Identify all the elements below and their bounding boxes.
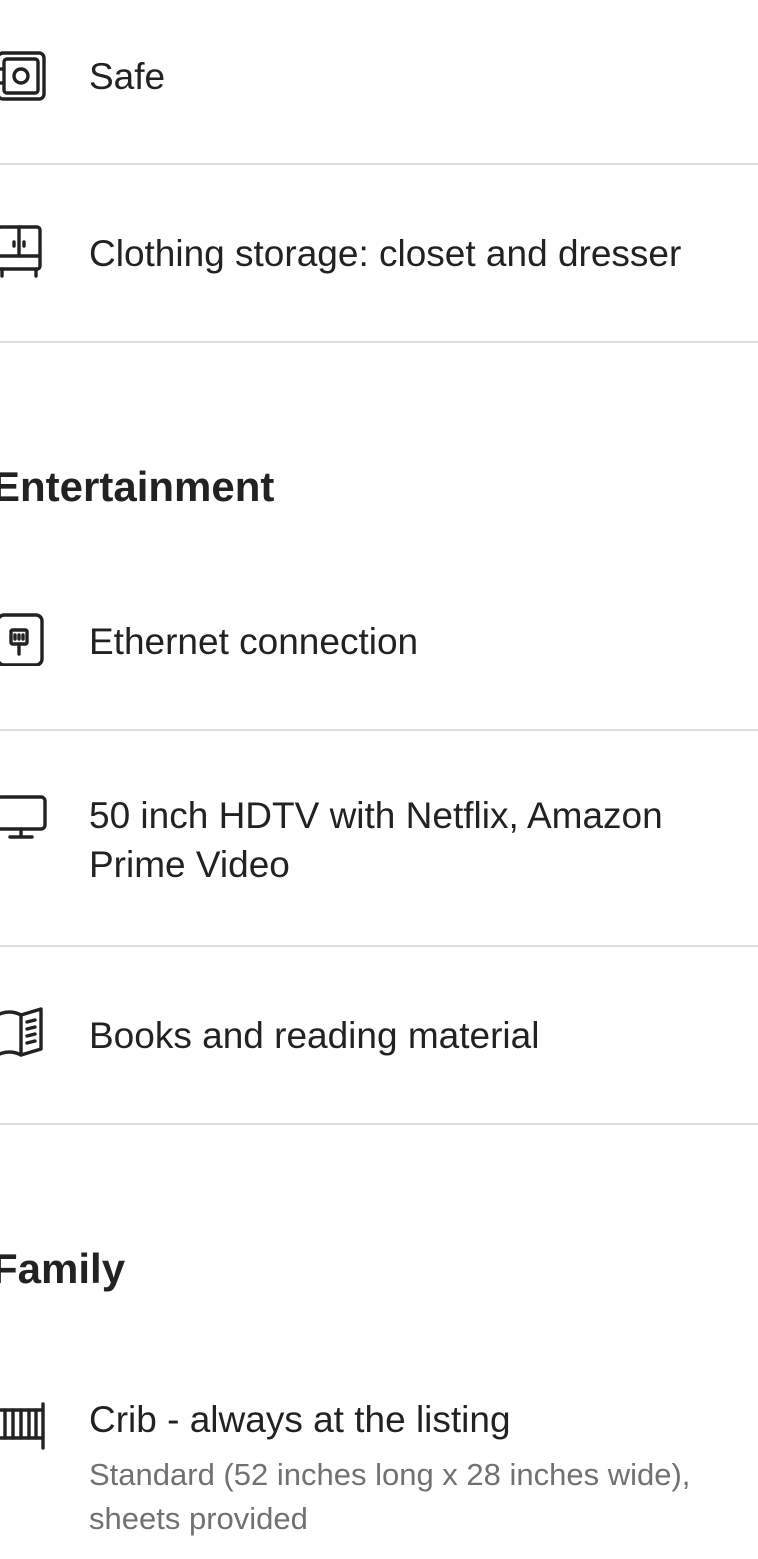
amenity-label: 50 inch HDTV with Netflix, Amazon Prime … xyxy=(89,795,663,885)
ethernet-icon xyxy=(0,612,48,666)
book-icon xyxy=(0,1005,48,1059)
wardrobe-icon xyxy=(0,224,48,278)
amenity-label: Ethernet connection xyxy=(89,621,419,662)
section-heading-family: Family xyxy=(0,1245,126,1292)
amenities-list: Safe Clothing storage: closet and dresse… xyxy=(0,0,758,1559)
amenity-ethernet: Ethernet connection xyxy=(0,560,758,730)
amenity-safe: Safe xyxy=(0,0,758,164)
amenity-detail: Standard (52 inches long x 28 inches wid… xyxy=(89,1457,691,1536)
divider xyxy=(0,1123,758,1125)
amenity-crib: Crib - always at the listing Standard (5… xyxy=(0,1342,758,1559)
amenity-clothing-storage: Clothing storage: closet and dresser xyxy=(0,165,758,342)
safe-icon xyxy=(0,49,48,103)
amenity-label: Safe xyxy=(89,56,166,97)
amenity-label: Crib - always at the listing xyxy=(89,1399,511,1440)
crib-icon xyxy=(0,1398,48,1452)
amenity-books: Books and reading material xyxy=(0,947,758,1124)
section-heading-entertainment: Entertainment xyxy=(0,463,275,510)
amenity-tv: 50 inch HDTV with Netflix, Amazon Prime … xyxy=(0,731,758,946)
amenity-label: Books and reading material xyxy=(89,1015,540,1056)
amenity-label: Clothing storage: closet and dresser xyxy=(89,233,682,274)
tv-icon xyxy=(0,791,48,845)
divider xyxy=(0,341,758,343)
